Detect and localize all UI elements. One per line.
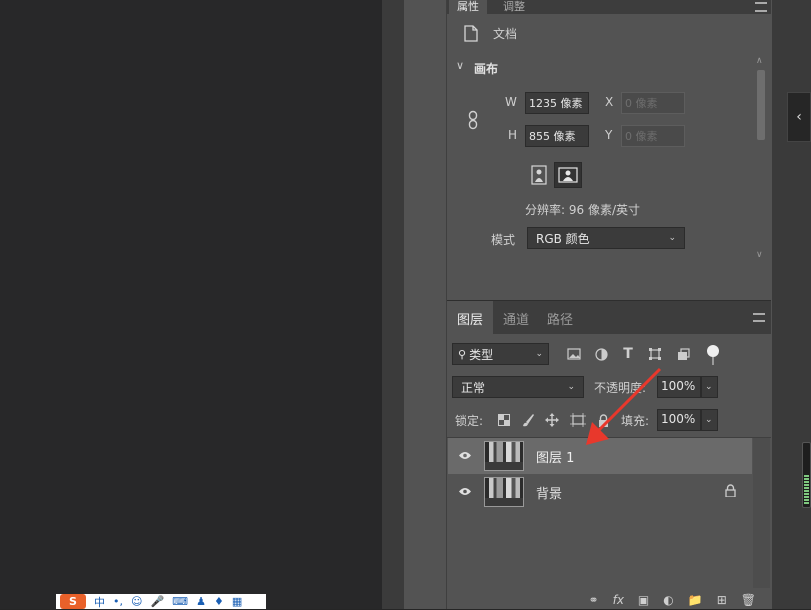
ime-logo[interactable]: S (60, 594, 86, 609)
landscape-orientation-button[interactable] (554, 162, 582, 188)
chevron-down-icon: ⌄ (705, 382, 713, 392)
adjustment-layer-icon[interactable]: ◐ (663, 593, 673, 607)
blend-mode-value: 正常 (461, 380, 486, 395)
color-mode-value: RGB 颜色 (536, 231, 590, 246)
scrollbar-thumb[interactable] (757, 70, 765, 140)
fx-icon[interactable]: fx (613, 593, 624, 607)
eye-visibility-icon[interactable] (456, 485, 474, 500)
layer-thumbnail (484, 477, 524, 507)
skin-icon[interactable]: ♦ (214, 595, 224, 608)
document-label: 文档 (493, 27, 518, 41)
chevron-down-icon: ⌄ (567, 382, 575, 392)
level-meter-fill (804, 475, 809, 505)
lock-label: 锁定: (455, 414, 484, 428)
image-filter-icon[interactable] (565, 344, 583, 364)
mode-label: 模式 (491, 233, 516, 247)
fill-dropdown[interactable]: ⌄ (701, 409, 718, 431)
layers-bottom-toolbar: ⚭ fx ▣ ◐ 📁 ⊞ 🗑 (448, 590, 770, 609)
properties-scrollbar[interactable]: ∧ ∨ (754, 54, 768, 268)
tab-channels[interactable]: 通道 (493, 301, 539, 335)
x-field: 0 像素 (621, 92, 685, 114)
folder-icon[interactable]: 📁 (688, 593, 703, 607)
collapse-panel-button[interactable]: ‹ (787, 92, 811, 142)
color-mode-select[interactable]: RGB 颜色 ⌄ (527, 227, 685, 249)
trash-icon[interactable]: 🗑 (741, 593, 756, 607)
punctuation-icon[interactable]: •, (113, 595, 123, 608)
panel-divider (382, 0, 404, 609)
y-label: Y (605, 128, 613, 142)
blend-mode-select[interactable]: 正常 ⌄ (452, 376, 584, 398)
document-icon (460, 21, 482, 45)
layer-filter-select[interactable]: ⚲ 类型 ⌄ (452, 343, 549, 365)
width-field[interactable]: 1235 像素 (525, 92, 589, 114)
scroll-down-icon[interactable]: ∨ (756, 250, 763, 260)
panel-menu-icon[interactable] (755, 2, 767, 12)
keyboard-icon[interactable]: ⌨ (172, 595, 188, 608)
chevron-down-icon[interactable]: ∨ (456, 59, 464, 72)
layers-tabbar: 图层 通道 路径 (447, 300, 771, 335)
ime-mode[interactable]: 中 (94, 594, 105, 610)
layer-filter-value: 类型 (469, 347, 494, 362)
ime-toolbar: S 中 •, ☺ 🎤 ⌨ ♟ ♦ ▦ (56, 594, 266, 609)
y-field: 0 像素 (621, 125, 685, 147)
chevron-down-icon: ⌄ (668, 233, 676, 243)
search-icon: ⚲ (458, 347, 467, 361)
portrait-orientation-button[interactable] (528, 163, 550, 187)
resolution-text: 分辨率: 96 像素/英寸 (525, 203, 640, 217)
width-label: W (505, 95, 517, 109)
tab-layers[interactable]: 图层 (447, 301, 494, 335)
shape-filter-icon[interactable] (646, 344, 664, 364)
filter-toggle-icon[interactable] (707, 345, 719, 357)
opacity-dropdown[interactable]: ⌄ (701, 376, 718, 398)
eye-visibility-icon[interactable] (456, 449, 474, 464)
layer-row-background[interactable]: 背景 (448, 474, 752, 510)
filter-toggle-stem (712, 357, 714, 365)
grid-icon[interactable]: ▦ (232, 595, 242, 608)
user-icon[interactable]: ♟ (196, 595, 206, 608)
collapsed-panel-dock (404, 0, 446, 609)
tab-properties[interactable]: 属性 (449, 0, 487, 14)
document-canvas-area[interactable] (0, 0, 382, 609)
lock-icon (725, 484, 736, 500)
tab-adjustments[interactable]: 调整 (495, 0, 533, 14)
height-label: H (508, 128, 518, 142)
chevron-left-icon: ‹ (796, 109, 802, 125)
level-meter (802, 442, 811, 508)
scroll-up-icon[interactable]: ∧ (756, 56, 763, 66)
canvas-section-title: 画布 (474, 62, 499, 76)
layers-panel-menu-icon[interactable] (753, 313, 765, 322)
emoji-icon[interactable]: ☺ (131, 595, 142, 608)
chevron-down-icon: ⌄ (705, 415, 713, 425)
lock-transparency-icon[interactable] (496, 410, 512, 430)
new-layer-icon[interactable]: ⊞ (717, 593, 727, 607)
height-field[interactable]: 855 像素 (525, 125, 589, 147)
layers-scrollbar[interactable] (753, 438, 770, 588)
link-chain-icon[interactable] (465, 108, 481, 132)
properties-tabbar: 属性 调整 (447, 0, 771, 14)
x-label: X (605, 95, 614, 109)
chevron-down-icon: ⌄ (535, 349, 543, 359)
layer-name[interactable]: 图层 1 (536, 447, 574, 466)
annotation-arrow (586, 367, 662, 445)
tab-paths[interactable]: 路径 (537, 301, 583, 335)
link-layers-icon[interactable]: ⚭ (589, 593, 599, 607)
adjustment-filter-icon[interactable] (592, 344, 610, 364)
microphone-icon[interactable]: 🎤 (150, 595, 164, 608)
lock-position-move-icon[interactable] (544, 410, 560, 430)
layer-name[interactable]: 背景 (536, 483, 562, 502)
smart-object-filter-icon[interactable] (674, 344, 692, 364)
add-mask-icon[interactable]: ▣ (638, 593, 649, 607)
type-filter-icon[interactable]: T (619, 343, 637, 365)
lock-pixels-brush-icon[interactable] (520, 410, 536, 430)
layer-thumbnail (484, 441, 524, 471)
